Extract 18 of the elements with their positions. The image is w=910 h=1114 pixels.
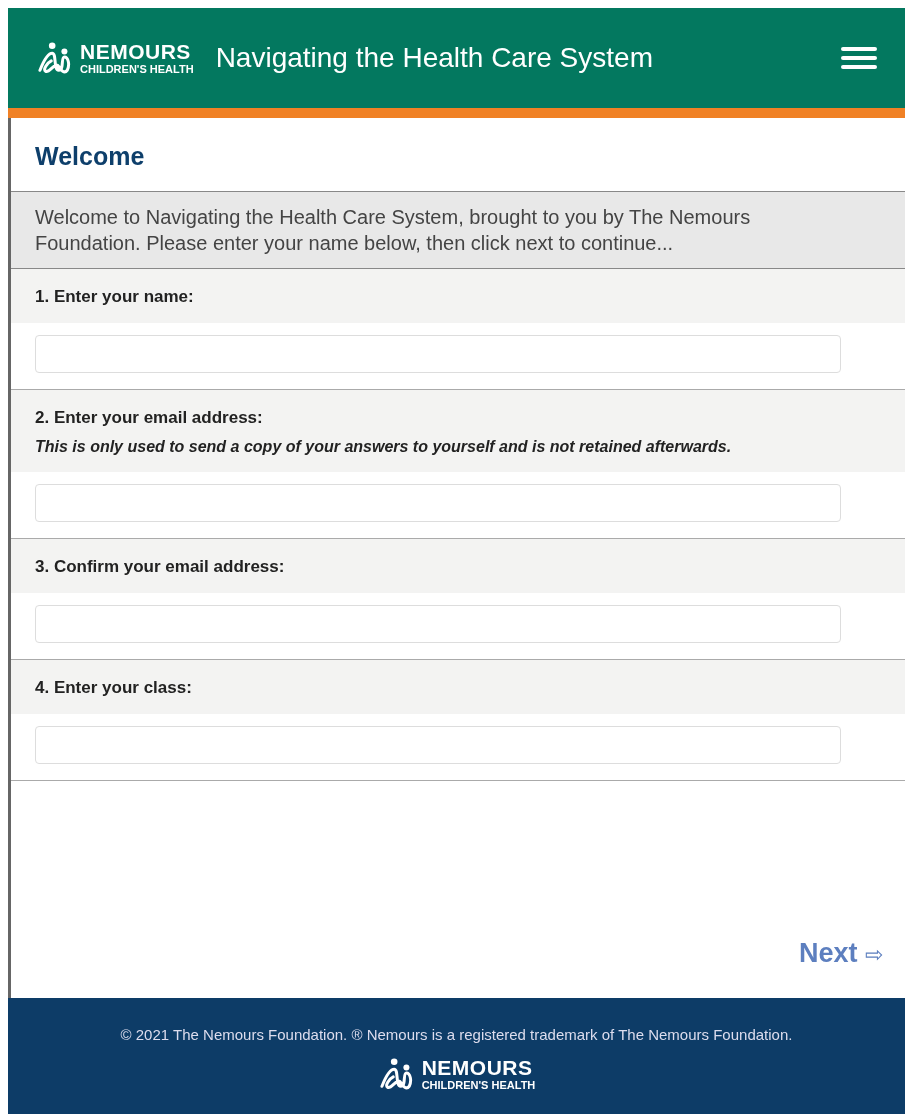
logo-subtitle: CHILDREN'S HEALTH [80,64,194,75]
copyright-text: © 2021 The Nemours Foundation. ® Nemours is a registered trademark of The Nemours Foundation. [120,1026,793,1043]
input-field[interactable] [35,335,841,373]
logo-subtitle: CHILDREN'S HEALTH [421,1080,536,1091]
question-label: 4. Enter your class: [35,678,193,698]
next-button[interactable]: Next ⇨ [792,937,889,970]
logo-name: NEMOURS [80,41,192,62]
intro-text: Welcome to Navigating the Health Care System, brought to you by The Nemours Foundation. Please enter your name below, then click next to continue... [11,192,905,269]
menu-icon[interactable] [841,46,877,70]
question-label: 1. Enter your name: [35,287,195,307]
app-title: Navigating the Health Care System [215,42,654,74]
input-field[interactable] [35,484,841,522]
question-label: 3. Confirm your email address: [35,557,286,577]
input-field[interactable] [35,605,841,643]
input-field[interactable] [35,726,841,764]
question-label: 2. Enter your email address: [35,408,264,428]
question-note: This is only used to send a copy of your answers to yourself and is not retained afterwards. [35,438,733,456]
logo-name: NEMOURS [421,1057,534,1078]
